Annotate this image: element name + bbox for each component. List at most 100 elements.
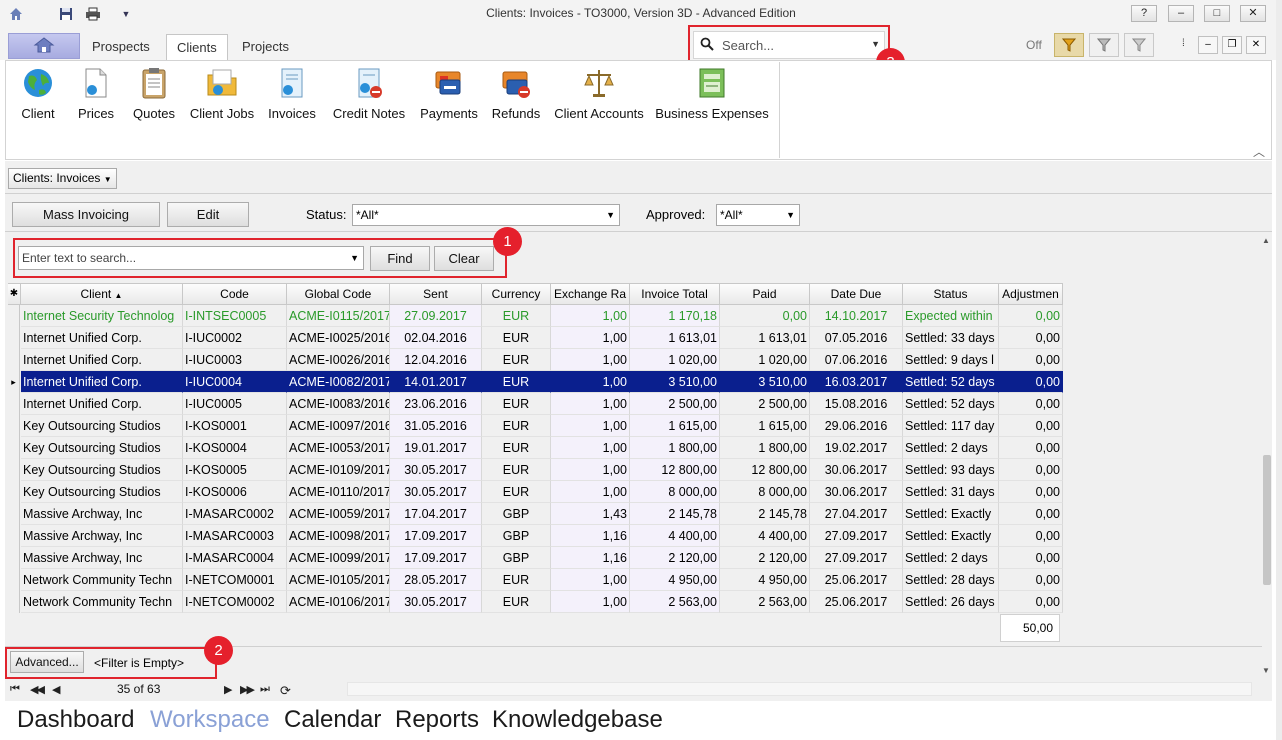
nav-calendar[interactable]: Calendar (284, 706, 381, 734)
column-header-paid[interactable]: Paid (720, 283, 810, 305)
column-header-status[interactable]: Status (903, 283, 999, 305)
table-cell-total[interactable]: 1 020,00 (630, 349, 720, 371)
tab-clients[interactable]: Clients (166, 34, 228, 60)
table-cell-status[interactable]: Expected within (903, 305, 999, 327)
row-indicator[interactable] (8, 503, 20, 525)
table-cell-paid[interactable]: 8 000,00 (720, 481, 810, 503)
table-cell-rate[interactable]: 1,00 (551, 481, 630, 503)
table-cell-due[interactable]: 30.06.2017 (810, 459, 903, 481)
table-cell-currency[interactable]: GBP (482, 525, 551, 547)
table-cell-paid[interactable]: 4 400,00 (720, 525, 810, 547)
table-row[interactable]: Key Outsourcing Studios I-KOS0006 ACME-I01… (8, 481, 1063, 503)
table-cell-sent[interactable]: 12.04.2016 (390, 349, 482, 371)
table-cell-adj[interactable]: 0,00 (999, 327, 1063, 349)
row-indicator[interactable] (8, 327, 20, 349)
table-cell-total[interactable]: 2 120,00 (630, 547, 720, 569)
ribbon-button-invoices[interactable]: Invoices (266, 66, 318, 126)
table-cell-currency[interactable]: GBP (482, 503, 551, 525)
table-cell-paid[interactable]: 1 613,01 (720, 327, 810, 349)
previous-page-icon[interactable]: ◀◀ (30, 683, 45, 696)
table-cell-code[interactable]: I-KOS0006 (183, 481, 287, 503)
first-record-icon[interactable]: ⏮ (10, 683, 20, 696)
table-cell-sent[interactable]: 30.05.2017 (390, 459, 482, 481)
nav-workspace[interactable]: Workspace (150, 706, 270, 734)
table-cell-adj[interactable]: 0,00 (999, 349, 1063, 371)
table-cell-paid[interactable]: 12 800,00 (720, 459, 810, 481)
row-indicator[interactable] (8, 459, 20, 481)
mdi-minimize-button[interactable]: – (1198, 36, 1218, 54)
table-cell-client[interactable]: Key Outsourcing Studios (21, 459, 183, 481)
table-row[interactable]: Massive Archway, Inc I-MASARC0004 ACME-I00… (8, 547, 1063, 569)
table-cell-global[interactable]: ACME-I0026/2016 (287, 349, 390, 371)
nav-dashboard[interactable]: Dashboard (17, 706, 134, 734)
funnel-settings-icon[interactable] (1124, 33, 1154, 57)
table-cell-code[interactable]: I-NETCOM0001 (183, 569, 287, 591)
row-indicator[interactable] (8, 437, 20, 459)
table-cell-total[interactable]: 8 000,00 (630, 481, 720, 503)
funnel-icon[interactable] (1054, 33, 1084, 57)
table-cell-code[interactable]: I-IUC0005 (183, 393, 287, 415)
table-cell-code[interactable]: I-IUC0002 (183, 327, 287, 349)
table-cell-due[interactable]: 25.06.2017 (810, 569, 903, 591)
table-cell-code[interactable]: I-MASARC0004 (183, 547, 287, 569)
column-header-currency[interactable]: Currency (482, 283, 551, 305)
table-cell-currency[interactable]: EUR (482, 415, 551, 437)
previous-record-icon[interactable]: ◀ (52, 683, 61, 696)
ribbon-button-credit-notes[interactable]: Credit Notes (330, 66, 408, 126)
table-cell-client[interactable]: Internet Unified Corp. (21, 327, 183, 349)
table-cell-client[interactable]: Internet Unified Corp. (21, 393, 183, 415)
table-cell-client[interactable]: Massive Archway, Inc (21, 525, 183, 547)
table-cell-adj[interactable]: 0,00 (999, 459, 1063, 481)
table-cell-sent[interactable]: 28.05.2017 (390, 569, 482, 591)
table-cell-currency[interactable]: EUR (482, 305, 551, 327)
scroll-up-icon[interactable]: ▲ (1262, 236, 1270, 245)
table-cell-global[interactable]: ACME-I0099/2017 (287, 547, 390, 569)
table-cell-currency[interactable]: EUR (482, 459, 551, 481)
table-cell-sent[interactable]: 27.09.2017 (390, 305, 482, 327)
table-cell-adj[interactable]: 0,00 (999, 393, 1063, 415)
options-icon[interactable]: ⁞ (1182, 38, 1185, 49)
table-cell-status[interactable]: Settled: 26 days (903, 591, 999, 613)
table-cell-client[interactable]: Network Community Techn (21, 569, 183, 591)
table-cell-paid[interactable]: 2 500,00 (720, 393, 810, 415)
table-cell-due[interactable]: 29.06.2016 (810, 415, 903, 437)
table-cell-currency[interactable]: GBP (482, 547, 551, 569)
table-cell-client[interactable]: Key Outsourcing Studios (21, 415, 183, 437)
table-cell-adj[interactable]: 0,00 (999, 503, 1063, 525)
table-cell-currency[interactable]: EUR (482, 591, 551, 613)
approved-select[interactable]: *All* ▼ (716, 204, 800, 226)
table-cell-due[interactable]: 27.04.2017 (810, 503, 903, 525)
table-cell-global[interactable]: ACME-I0025/2016 (287, 327, 390, 349)
table-cell-status[interactable]: Settled: 2 days (903, 437, 999, 459)
horizontal-scrollbar[interactable] (347, 682, 1252, 696)
ribbon-button-client[interactable]: Client (16, 66, 60, 126)
table-row[interactable]: ▸ Internet Unified Corp. I-IUC0004 ACME-I00… (8, 371, 1063, 393)
table-cell-client[interactable]: Massive Archway, Inc (21, 547, 183, 569)
table-cell-adj[interactable]: 0,00 (999, 547, 1063, 569)
column-header-sent[interactable]: Sent (390, 283, 482, 305)
table-cell-global[interactable]: ACME-I0083/2016 (287, 393, 390, 415)
table-cell-total[interactable]: 2 563,00 (630, 591, 720, 613)
table-cell-paid[interactable]: 2 563,00 (720, 591, 810, 613)
table-cell-currency[interactable]: EUR (482, 481, 551, 503)
next-page-icon[interactable]: ▶▶ (240, 683, 255, 696)
table-cell-total[interactable]: 1 615,00 (630, 415, 720, 437)
table-cell-code[interactable]: I-MASARC0002 (183, 503, 287, 525)
table-cell-adj[interactable]: 0,00 (999, 371, 1063, 393)
table-cell-paid[interactable]: 0,00 (720, 305, 810, 327)
scroll-down-icon[interactable]: ▼ (1262, 666, 1270, 675)
table-row[interactable]: Internet Unified Corp. I-IUC0002 ACME-I002… (8, 327, 1063, 349)
table-cell-status[interactable]: Settled: 9 days l (903, 349, 999, 371)
table-cell-adj[interactable]: 0,00 (999, 415, 1063, 437)
table-cell-status[interactable]: Settled: 117 day (903, 415, 999, 437)
row-indicator[interactable] (8, 349, 20, 371)
scrollbar-thumb[interactable] (1263, 455, 1271, 585)
table-cell-sent[interactable]: 19.01.2017 (390, 437, 482, 459)
table-cell-code[interactable]: I-KOS0005 (183, 459, 287, 481)
column-header-global-code[interactable]: Global Code (287, 283, 390, 305)
table-cell-global[interactable]: ACME-I0106/2017 (287, 591, 390, 613)
table-cell-global[interactable]: ACME-I0115/2017 (287, 305, 390, 327)
table-cell-global[interactable]: ACME-I0059/2017 (287, 503, 390, 525)
mass-invoicing-button[interactable]: Mass Invoicing (12, 202, 160, 227)
table-cell-sent[interactable]: 14.01.2017 (390, 371, 482, 393)
